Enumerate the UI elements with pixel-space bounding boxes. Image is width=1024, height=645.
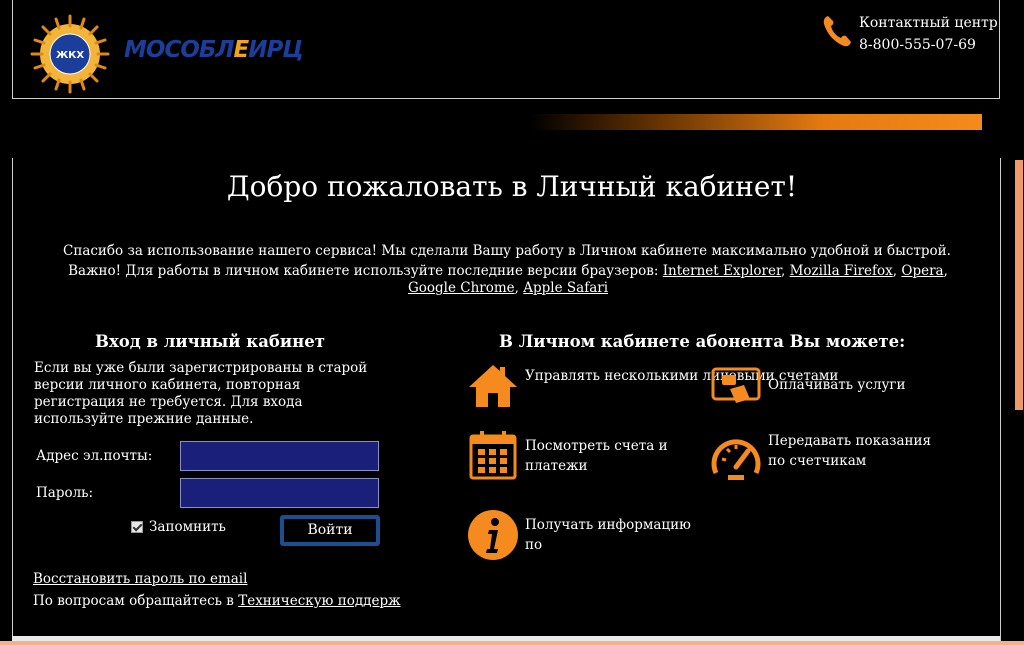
feature-submit-readings: Передавать показания по счетчикам [768, 433, 932, 469]
logo-text-left: МОСОБЛ [124, 37, 235, 63]
remember-label: Запомнить [149, 519, 226, 535]
support-prefix: По вопросам обращайтесь в [33, 593, 234, 609]
logo-text-mid: Е [233, 37, 250, 63]
contact-phone: 8-800-555-07-69 [859, 37, 976, 53]
calendar-icon [469, 431, 517, 480]
scrollbar-thumb[interactable] [1015, 160, 1023, 410]
link-internet-explorer[interactable]: Internet Explorer [663, 263, 781, 279]
support-link[interactable]: Техническую поддерж [238, 593, 400, 609]
card-payment-icon [711, 367, 761, 403]
remember-checkbox[interactable] [131, 521, 143, 533]
intro-text: Спасибо за использование нашего сервиса!… [63, 243, 951, 259]
feature-get-info: Получать информацию по [525, 517, 691, 553]
feature-pay-services: Оплачивать услуги [768, 377, 906, 393]
logo-text-right: ИРЦ [248, 37, 303, 63]
contact-center-label: Контактный центр [859, 15, 998, 31]
login-button[interactable]: Войти [280, 515, 380, 546]
gauge-icon [711, 439, 761, 480]
link-google-chrome[interactable]: Google Chrome [408, 280, 515, 296]
logo-text[interactable]: МОСОБЛЕИРЦ [124, 37, 304, 63]
features-title: В Личном кабинете абонента Вы можете: [499, 332, 906, 351]
house-icon [469, 365, 517, 407]
password-field[interactable] [180, 478, 379, 508]
login-title: Вход в личный кабинет [95, 332, 325, 351]
email-label: Адрес эл.почты: [36, 448, 153, 464]
link-mozilla-firefox[interactable]: Mozilla Firefox [790, 263, 893, 279]
logo-badge: ЖКХ [56, 50, 84, 61]
feature-view-bills: Посмотреть счета и платежи [525, 438, 668, 474]
browser-notice-prefix: Важно! Для работы в личном кабинете испо… [68, 263, 659, 279]
password-label: Пароль: [36, 485, 94, 501]
decorative-gradient-bar [530, 114, 982, 130]
support-text: По вопросам обращайтесь в Техническую по… [33, 593, 401, 609]
login-description: Если вы уже были зарегистрированы в стар… [34, 360, 368, 427]
link-opera[interactable]: Opera [901, 263, 943, 279]
info-icon [468, 510, 518, 560]
phone-icon [823, 16, 851, 47]
link-apple-safari[interactable]: Apple Safari [523, 280, 608, 296]
page-title: Добро пожаловать в Личный кабинет! [226, 170, 798, 203]
browser-notice: Важно! Для работы в личном кабинете испо… [68, 263, 948, 296]
footer-bar [0, 641, 1024, 645]
restore-password-link[interactable]: Восстановить пароль по email [33, 571, 247, 587]
logo-sun-icon[interactable]: ЖКХ [30, 14, 110, 94]
email-field[interactable] [180, 441, 379, 471]
